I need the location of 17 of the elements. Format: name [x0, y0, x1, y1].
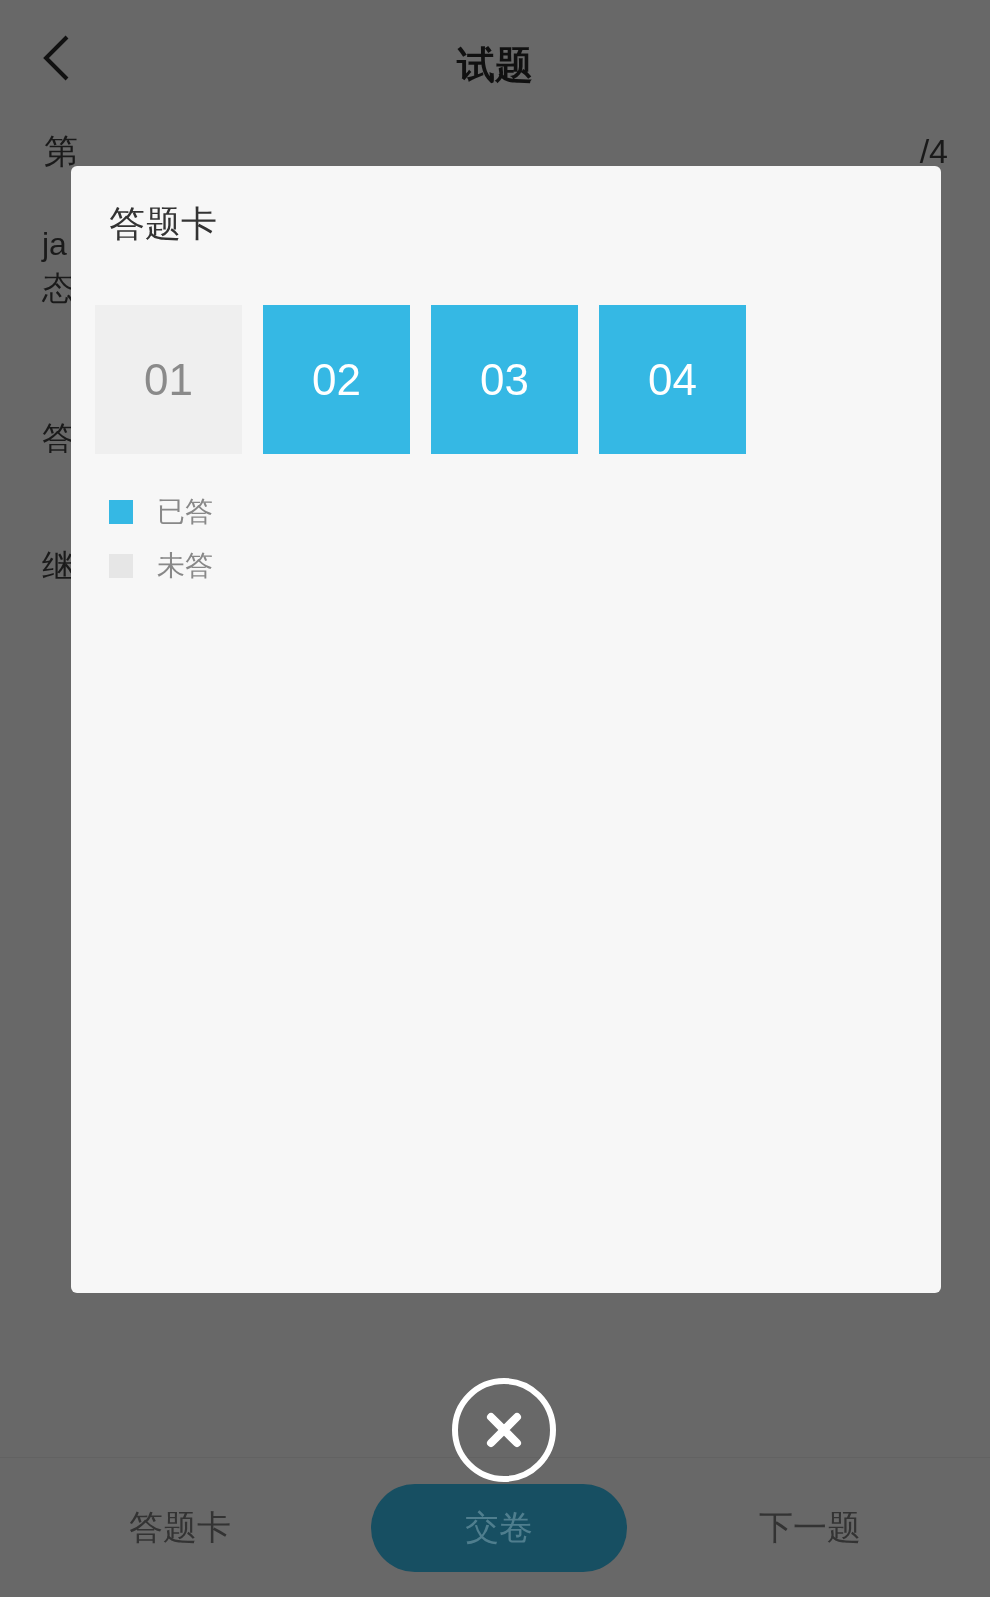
question-counter: /4 [919, 134, 948, 168]
question-number-tile[interactable]: 02 [263, 305, 410, 454]
question-label: 第 [44, 134, 78, 168]
legend-label: 已答 [157, 498, 213, 526]
close-icon[interactable] [451, 1377, 557, 1483]
question-text: ja [42, 228, 67, 260]
question-number-tile[interactable]: 03 [431, 305, 578, 454]
answer-label: 答 [42, 422, 74, 454]
submit-button[interactable]: 交卷 [371, 1483, 627, 1572]
back-icon[interactable] [42, 34, 70, 82]
question-number-tile[interactable]: 04 [599, 305, 746, 454]
question-text: 态 [42, 272, 74, 304]
question-number-tile[interactable]: 01 [95, 305, 242, 454]
dialog-title: 答题卡 [108, 206, 218, 242]
page-title: 试题 [457, 46, 533, 84]
legend-label: 未答 [157, 552, 213, 580]
continue-text: 继 [42, 550, 74, 582]
